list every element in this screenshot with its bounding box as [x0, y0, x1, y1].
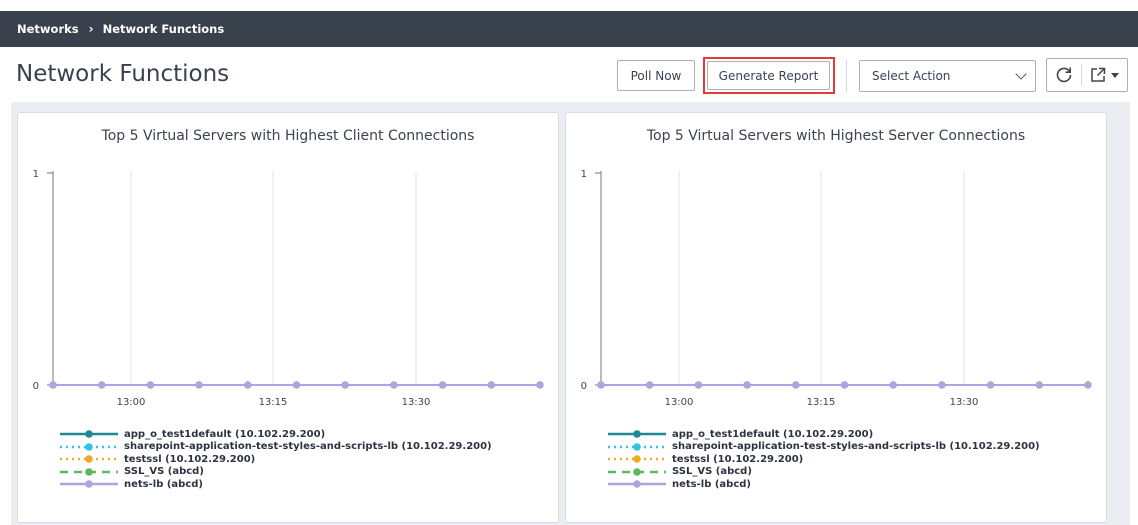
data-point	[487, 381, 495, 389]
select-action-label: Select Action	[872, 69, 951, 83]
legend-swatch	[608, 480, 666, 489]
legend-swatch	[608, 467, 666, 476]
legend-marker	[85, 442, 93, 451]
caret-down-icon[interactable]	[1111, 73, 1119, 78]
data-point	[938, 381, 946, 389]
legend-marker	[633, 455, 641, 464]
data-point	[694, 381, 702, 389]
legend-label: SSL_VS (abcd)	[124, 466, 204, 478]
refresh-icon[interactable]	[1054, 65, 1074, 85]
legend-label: nets-lb (abcd)	[124, 478, 203, 490]
legend-item[interactable]: app_o_test1default (10.102.29.200)	[606, 428, 1040, 441]
legend-marker	[633, 442, 641, 451]
data-point	[536, 381, 544, 389]
legend-label: testssl (10.102.29.200)	[672, 453, 804, 465]
data-point	[597, 381, 605, 389]
chevron-down-icon	[1015, 68, 1027, 80]
data-point	[840, 381, 849, 389]
legend-swatch	[60, 442, 118, 451]
legend-swatch	[608, 442, 666, 451]
data-point	[646, 381, 654, 389]
panel-title: Top 5 Virtual Servers with Highest Clien…	[101, 128, 475, 144]
generate-report-button[interactable]: Generate Report	[707, 61, 830, 90]
x-tick-label: 13:00	[665, 397, 694, 408]
legend-marker	[633, 467, 641, 476]
data-point	[244, 381, 252, 389]
data-point	[743, 381, 751, 389]
legend-swatch	[60, 455, 118, 464]
legend-item[interactable]: SSL_VS (abcd)	[58, 466, 492, 479]
y-tick-label: 0	[581, 381, 587, 392]
chart-legend: app_o_test1default (10.102.29.200) sharep…	[606, 428, 1040, 491]
breadcrumb-networks-link[interactable]: Networks	[17, 22, 79, 36]
data-point	[1084, 381, 1092, 389]
chart-legend: app_o_test1default (10.102.29.200) sharep…	[58, 428, 492, 491]
external-link-icon[interactable]	[1089, 66, 1107, 84]
data-point	[439, 381, 447, 389]
legend-swatch	[608, 430, 666, 439]
legend-swatch	[60, 430, 118, 439]
x-tick-label: 13:30	[950, 397, 979, 408]
toolbar-divider	[846, 59, 847, 93]
server-connections-panel: Top 5 Virtual Servers with Highest Serve…	[565, 112, 1107, 523]
legend-label: nets-lb (abcd)	[672, 478, 751, 490]
data-point	[390, 381, 398, 389]
page-title: Network Functions	[16, 61, 230, 87]
legend-label: testssl (10.102.29.200)	[124, 453, 256, 465]
x-tick-label: 13:30	[402, 397, 431, 408]
page-header: Network Functions Poll Now Generate Repo…	[0, 47, 1138, 102]
y-tick-label: 0	[33, 381, 39, 392]
x-tick-label: 13:15	[807, 397, 836, 408]
data-point	[98, 381, 106, 389]
data-point	[341, 381, 349, 389]
dashboard-content: Top 5 Virtual Servers with Highest Clien…	[11, 102, 1130, 525]
client-connections-panel: Top 5 Virtual Servers with Highest Clien…	[17, 112, 559, 523]
data-point	[987, 381, 995, 389]
select-action-dropdown[interactable]: Select Action	[859, 60, 1036, 92]
legend-item[interactable]: app_o_test1default (10.102.29.200)	[58, 428, 492, 441]
legend-item[interactable]: testssl (10.102.29.200)	[606, 453, 1040, 466]
data-point	[792, 381, 800, 389]
data-point	[49, 381, 57, 389]
legend-marker	[85, 467, 93, 476]
legend-item[interactable]: sharepoint-application-test-styles-and-s…	[58, 441, 492, 454]
data-point	[146, 381, 154, 389]
legend-label: app_o_test1default (10.102.29.200)	[124, 428, 326, 440]
data-point	[889, 381, 897, 389]
legend-item[interactable]: sharepoint-application-test-styles-and-s…	[606, 441, 1040, 454]
poll-now-button[interactable]: Poll Now	[617, 60, 695, 91]
y-tick-label: 1	[581, 169, 587, 180]
data-point	[1035, 381, 1043, 389]
legend-marker	[633, 480, 641, 489]
tool-divider	[1081, 64, 1082, 86]
y-tick-label: 1	[33, 169, 39, 180]
data-point	[195, 381, 203, 389]
legend-marker	[633, 430, 641, 439]
panel-title: Top 5 Virtual Servers with Highest Serve…	[646, 128, 1026, 144]
legend-item[interactable]: nets-lb (abcd)	[606, 478, 1040, 491]
legend-marker	[85, 480, 93, 489]
legend-item[interactable]: nets-lb (abcd)	[58, 478, 492, 491]
legend-swatch	[608, 455, 666, 464]
legend-label: sharepoint-application-test-styles-and-s…	[124, 441, 492, 453]
chevron-right-icon: ›	[88, 22, 94, 36]
legend-label: sharepoint-application-test-styles-and-s…	[672, 441, 1040, 453]
legend-item[interactable]: testssl (10.102.29.200)	[58, 453, 492, 466]
legend-marker	[85, 455, 93, 464]
legend-item[interactable]: SSL_VS (abcd)	[606, 466, 1040, 479]
breadcrumb: Networks › Network Functions	[0, 11, 1138, 47]
tool-button-group	[1046, 58, 1128, 92]
x-tick-label: 13:00	[117, 397, 146, 408]
breadcrumb-current: Network Functions	[102, 22, 225, 36]
client-connections-chart: 1 0 13:00 13:15 13:30	[33, 169, 544, 408]
x-tick-label: 13:15	[259, 397, 288, 408]
server-connections-chart: 1 0 13:00 13:15 13:30	[581, 169, 1092, 408]
legend-label: app_o_test1default (10.102.29.200)	[672, 428, 874, 440]
legend-label: SSL_VS (abcd)	[672, 466, 752, 478]
legend-swatch	[60, 480, 118, 489]
legend-swatch	[60, 467, 118, 476]
data-point	[292, 381, 301, 389]
legend-marker	[85, 430, 93, 439]
